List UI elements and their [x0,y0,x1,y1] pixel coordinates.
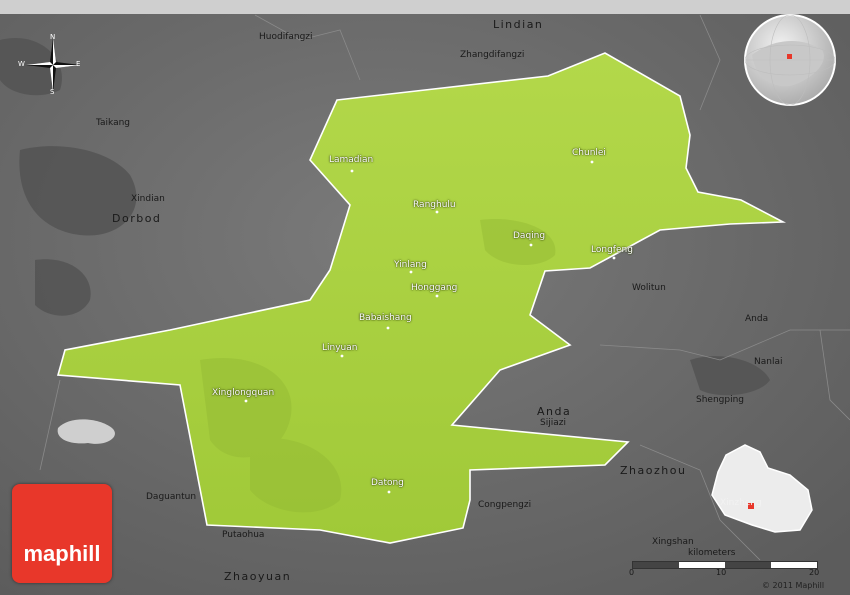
label-zhaozhou[interactable]: Zhaozhou [620,464,686,477]
scale-tick-20: 20 [809,568,820,577]
label-daqing[interactable]: Daqing [513,231,545,241]
label-anda-town[interactable]: Anda [745,314,768,324]
compass-rose: N S E W [18,30,88,100]
label-linyuan[interactable]: Linyuan [322,343,357,353]
label-putaohua[interactable]: Putaohua [222,530,264,540]
locator-globe [744,14,836,106]
label-zhangdifangzi[interactable]: Zhangdifangzi [460,50,524,60]
map[interactable]: N S E W Lindian Dorbod Anda Zhaozhou Zha… [0,0,850,595]
top-frame [0,0,850,14]
label-datong[interactable]: Datong [371,478,404,488]
label-chunlei[interactable]: Chunlei [572,148,606,158]
scale-tick-0: 0 [629,568,635,577]
label-honggang[interactable]: Honggang [411,283,457,293]
compass-n: N [50,33,56,41]
label-sijiazi[interactable]: Sijiazi [540,418,566,428]
label-yinlang[interactable]: Yinlang [394,260,427,270]
label-huodifangzi[interactable]: Huodifangzi [259,32,313,42]
scale-segment [725,562,771,568]
label-congpengzi[interactable]: Congpengzi [478,500,531,510]
label-babaishang[interactable]: Babaishang [359,313,412,323]
label-xindian[interactable]: Xindian [131,194,165,204]
label-lindian[interactable]: Lindian [493,18,543,31]
label-daguantun[interactable]: Daguantun [146,492,196,502]
label-xingshan[interactable]: Xingshan [652,537,694,547]
label-nanlai[interactable]: Nanlai [754,357,782,367]
scale-bar: kilometers 0 10 20 [628,548,820,578]
copyright: © 2011 Maphill [762,581,825,590]
label-taikang[interactable]: Taikang [96,118,130,128]
compass-e: E [76,60,81,68]
scale-title: kilometers [688,548,736,558]
label-ranghulu[interactable]: Ranghulu [413,200,456,210]
compass-s: S [50,88,55,96]
scale-tick-10: 10 [716,568,727,577]
maphill-logo[interactable]: maphill [12,484,112,583]
label-anda-district[interactable]: Anda [537,405,571,418]
label-zhaoyuan[interactable]: Zhaoyuan [224,570,291,583]
label-longfeng[interactable]: Longfeng [591,245,633,255]
compass-w: W [18,60,25,68]
label-shengping[interactable]: Shengping [696,395,744,405]
label-dorbod[interactable]: Dorbod [112,212,161,225]
label-wolitun[interactable]: Wolitun [632,283,666,293]
label-lamadian[interactable]: Lamadian [329,155,373,165]
scale-segment [633,562,679,568]
label-xinglongquan[interactable]: Xinglongquan [212,388,274,398]
label-xinzheng[interactable]: Xinzheng [720,498,762,508]
logo-text: maphill [23,541,101,566]
